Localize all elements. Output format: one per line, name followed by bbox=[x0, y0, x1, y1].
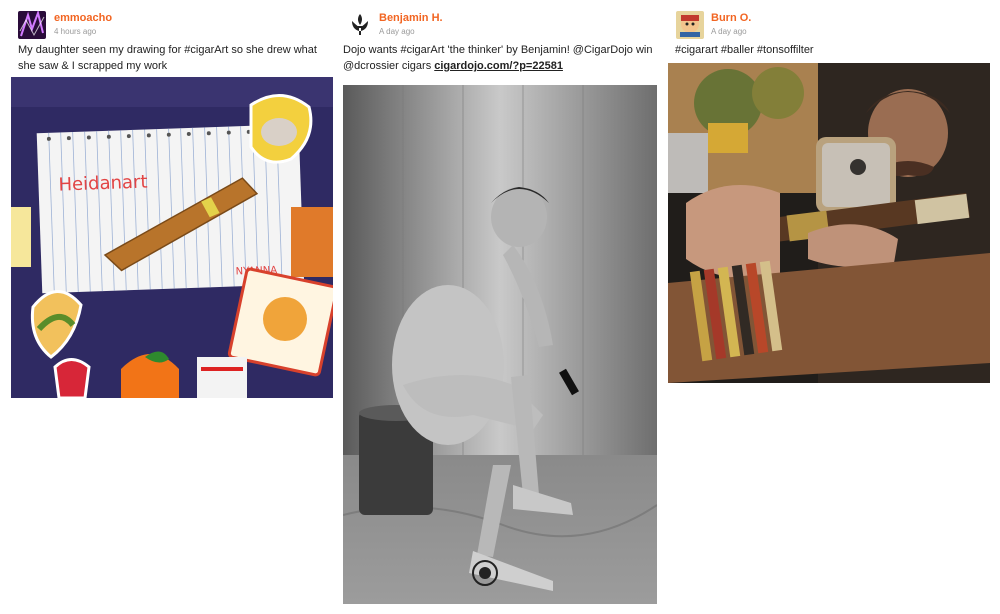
post-header: Benjamin H. A day ago bbox=[343, 0, 657, 40]
post-caption: My daughter seen my drawing for #cigarAr… bbox=[18, 44, 317, 72]
post-photo[interactable] bbox=[343, 85, 657, 604]
post-card: Benjamin H. A day ago Dojo wants #cigarA… bbox=[343, 0, 657, 604]
drawing-text: Heidanart bbox=[58, 171, 148, 195]
timestamp: 4 hours ago bbox=[54, 27, 97, 36]
post-header: Burn O. A day ago bbox=[668, 0, 990, 40]
username[interactable]: Benjamin H. bbox=[379, 12, 443, 24]
post-photo[interactable]: Heidanart NYANNA bbox=[11, 77, 333, 398]
avatar[interactable] bbox=[346, 11, 374, 39]
post-photo[interactable] bbox=[668, 63, 990, 383]
post-card: emmoacho 4 hours ago My daughter seen my… bbox=[11, 0, 333, 398]
post-caption: #cigarart #baller #tonsoffilter bbox=[675, 44, 814, 56]
post-header: emmoacho 4 hours ago bbox=[11, 0, 333, 40]
timestamp: A day ago bbox=[379, 27, 415, 36]
timestamp: A day ago bbox=[711, 27, 747, 36]
avatar[interactable] bbox=[18, 11, 46, 39]
post-card: Burn O. A day ago #cigarart #baller #ton… bbox=[668, 0, 990, 383]
username[interactable]: Burn O. bbox=[711, 12, 751, 24]
caption-link[interactable]: cigardojo.com/?p=22581 bbox=[434, 60, 563, 72]
post-caption: Dojo wants #cigarArt 'the thinker' by Be… bbox=[343, 42, 661, 74]
avatar[interactable] bbox=[676, 11, 704, 39]
username[interactable]: emmoacho bbox=[54, 12, 112, 24]
